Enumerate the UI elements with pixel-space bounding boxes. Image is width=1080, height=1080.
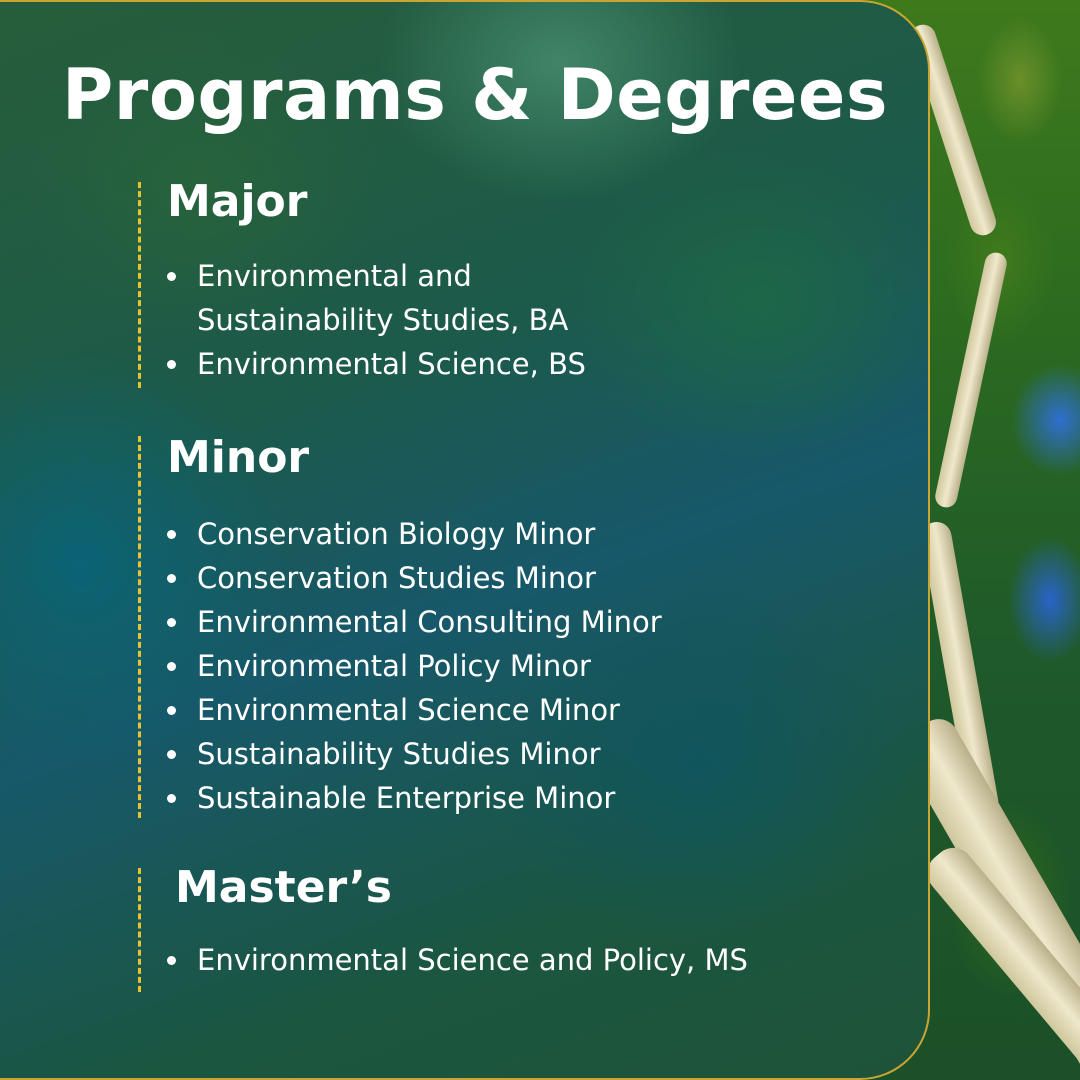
- list-item: Environmental Consulting Minor: [167, 600, 662, 644]
- item-list: Conservation Biology Minor Conservation …: [167, 512, 662, 820]
- bullet-icon: [167, 272, 176, 282]
- list-item: Environmental and Sustainability Studies…: [167, 254, 597, 342]
- page-title: Programs & Degrees: [62, 54, 888, 136]
- bullet-icon: [167, 956, 176, 966]
- list-item: Conservation Studies Minor: [167, 556, 662, 600]
- content-panel: Programs & Degrees Major Environmental a…: [0, 0, 930, 1080]
- list-item: Environmental Science, BS: [167, 342, 597, 386]
- list-item: Environmental Science Minor: [167, 688, 662, 732]
- section-heading: Master’s: [175, 862, 392, 913]
- list-item: Conservation Biology Minor: [167, 512, 662, 556]
- list-item-label: Environmental and Sustainability Studies…: [197, 259, 569, 338]
- section-heading: Major: [167, 176, 308, 227]
- bullet-icon: [167, 530, 176, 540]
- list-item-label: Environmental Science Minor: [197, 693, 620, 728]
- list-item: Sustainable Enterprise Minor: [167, 776, 662, 820]
- bullet-icon: [167, 662, 176, 672]
- item-list: Environmental Science and Policy, MS: [167, 938, 748, 982]
- bullet-icon: [167, 750, 176, 760]
- list-item-label: Environmental Policy Minor: [197, 649, 591, 684]
- bullet-icon: [167, 618, 176, 628]
- list-item-label: Conservation Biology Minor: [197, 517, 596, 552]
- bullet-icon: [167, 574, 176, 584]
- list-item-label: Conservation Studies Minor: [197, 561, 596, 596]
- list-item: Environmental Science and Policy, MS: [167, 938, 748, 982]
- item-list: Environmental and Sustainability Studies…: [167, 254, 597, 386]
- list-item-label: Sustainable Enterprise Minor: [197, 781, 616, 816]
- list-item: Environmental Policy Minor: [167, 644, 662, 688]
- section-major: Major Environmental and Sustainability S…: [138, 177, 597, 388]
- section-heading: Minor: [167, 432, 310, 483]
- bullet-icon: [167, 360, 176, 370]
- list-item: Sustainability Studies Minor: [167, 732, 662, 776]
- tree-trunk: [933, 250, 1009, 510]
- bullet-icon: [167, 706, 176, 716]
- list-item-label: Environmental Consulting Minor: [197, 605, 662, 640]
- list-item-label: Environmental Science and Policy, MS: [197, 943, 748, 978]
- bullet-icon: [167, 794, 176, 804]
- list-item-label: Environmental Science, BS: [197, 347, 586, 382]
- section-masters: Master’s Environmental Science and Polic…: [138, 863, 748, 992]
- section-minor: Minor Conservation Biology Minor Conserv…: [138, 432, 662, 820]
- list-item-label: Sustainability Studies Minor: [197, 737, 601, 772]
